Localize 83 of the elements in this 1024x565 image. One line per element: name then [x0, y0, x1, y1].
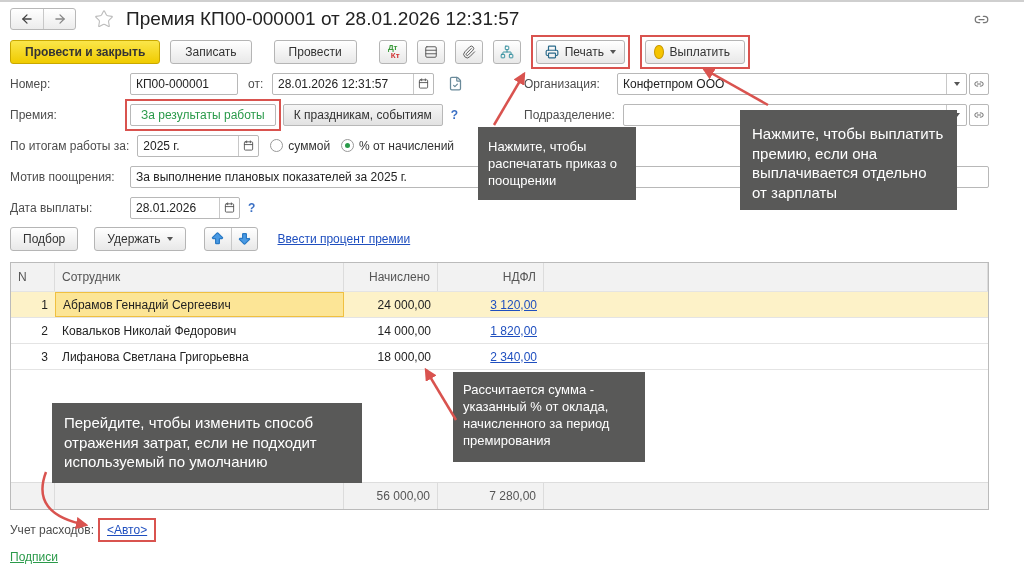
annotation-callout: Перейдите, чтобы изменить способ отражения затрат, если не подходит используемый по умолчанию — [52, 403, 362, 483]
window-title: Премия КП00-000001 от 28.01.2026 12:31:57 — [126, 8, 520, 30]
pay-button[interactable]: Выплатить — [645, 40, 745, 64]
radio-label[interactable]: % от начислений — [359, 138, 455, 153]
caret-icon — [610, 50, 616, 54]
premium-percent-link[interactable]: Ввести процент премии — [277, 231, 411, 246]
open-icon — [974, 78, 984, 89]
tax-link[interactable]: 3 120,00 — [490, 297, 537, 312]
table-cell-text: Лифанова Светлана Григорьевна — [61, 348, 250, 366]
debit-credit-button[interactable]: Дт Кт — [378, 40, 407, 64]
structure-icon — [499, 45, 514, 59]
caret-icon — [166, 236, 173, 241]
field-label: Организация: — [524, 76, 601, 91]
list-icon — [423, 45, 438, 59]
post-and-close-button[interactable]: Провести и закрыть — [10, 40, 161, 64]
document-check-icon[interactable] — [448, 76, 463, 91]
table-cell-text: 3 — [40, 348, 49, 366]
toolbar-button[interactable]: Записать — [170, 40, 252, 64]
field-label: от: — [248, 76, 264, 91]
annotation-arrow — [424, 367, 458, 421]
table-cell: Абрамов Геннадий Сергеевич — [55, 292, 344, 317]
arrow-up-icon — [210, 231, 225, 246]
print-button[interactable]: Печать — [535, 40, 625, 64]
table-cell-text: 1 — [40, 296, 49, 314]
column-header[interactable]: N — [11, 263, 55, 291]
forward-icon — [52, 12, 67, 26]
open-button[interactable] — [969, 72, 989, 95]
attachment-button[interactable] — [454, 40, 483, 64]
back-icon — [20, 12, 34, 26]
signatures-link[interactable]: Подписи — [10, 550, 58, 564]
field-label: Мотив поощрения: — [10, 169, 116, 184]
field-label: Премия: — [10, 108, 58, 122]
annotation-arrow — [492, 71, 526, 126]
date-field[interactable]: 28.01.2026 12:31:57 — [272, 72, 434, 95]
radio-label[interactable]: суммой — [288, 138, 331, 153]
annotation-callout: Нажмите, чтобы выплатить премию, если она выплачивается отдельно от зарплаты — [740, 110, 957, 210]
field-label: Подразделение: — [524, 108, 615, 122]
star-icon[interactable] — [94, 9, 114, 29]
toolbar-button[interactable]: Провести — [273, 40, 357, 64]
tax-link[interactable]: 2 340,00 — [490, 349, 537, 364]
field-label: Номер: — [10, 76, 52, 91]
annotation-callout: Рассчитается сумма - указанный % от оклада, начисленного за период премирования — [453, 372, 645, 462]
structure-button[interactable] — [492, 40, 521, 64]
number-field[interactable]: КП00-000001 — [130, 72, 238, 95]
table-cell-text: 18 000,00 — [376, 348, 432, 366]
pick-button[interactable]: Подбор — [10, 226, 79, 251]
dropdown-icon[interactable] — [953, 81, 960, 86]
withhold-button[interactable]: Удержать — [94, 226, 186, 251]
calendar-icon[interactable] — [224, 202, 235, 213]
printer-icon — [544, 45, 559, 59]
table-cell-text: 24 000,00 — [376, 296, 432, 314]
help-mark[interactable]: ? — [248, 200, 256, 215]
table-cell-text: Ковальков Николай Федорович — [61, 322, 238, 340]
arrow-down-icon — [236, 231, 252, 246]
premium-type-tab[interactable]: За результаты работы — [130, 104, 276, 126]
annotation-arrow — [41, 471, 89, 529]
field-label: Дата выплаты: — [10, 200, 94, 215]
pay-date-field[interactable]: 28.01.2026 — [130, 196, 240, 219]
open-icon — [974, 110, 984, 120]
calendar-icon[interactable] — [243, 140, 255, 151]
table-cell-text: 14 000,00 — [376, 322, 432, 340]
tax-link[interactable]: 1 820,00 — [490, 323, 537, 338]
calendar-icon[interactable] — [418, 78, 429, 89]
column-header[interactable]: Сотрудник — [55, 263, 344, 291]
column-header[interactable]: Начислено — [344, 263, 438, 291]
column-header[interactable]: НДФЛ — [438, 263, 544, 291]
radio-button[interactable] — [270, 139, 284, 152]
field-label: По итогам работы за: — [10, 138, 130, 153]
table-cell-text: 2 — [40, 322, 49, 340]
coin-icon — [654, 45, 664, 59]
table-row[interactable]: 1 Абрамов Геннадий Сергеевич 24 000,00 3 120,00 — [11, 292, 988, 318]
annotation-callout: Нажмите, чтобы распечатать приказ о поощрении — [478, 127, 636, 200]
paperclip-icon — [461, 45, 476, 59]
total-cell: 7 280,00 — [438, 483, 544, 509]
premium-type-tab[interactable]: К праздникам, событиям — [282, 104, 443, 126]
help-mark[interactable]: ? — [450, 108, 459, 122]
period-field[interactable]: 2025 г. — [137, 134, 260, 157]
expenses-link[interactable]: <Авто> — [107, 523, 148, 537]
radio-button[interactable] — [341, 139, 355, 152]
open-button[interactable] — [969, 104, 989, 126]
list-button[interactable] — [416, 40, 445, 64]
field-label: Учет расходов: — [10, 523, 94, 537]
organization-field[interactable]: Конфетпром ООО — [617, 72, 967, 95]
